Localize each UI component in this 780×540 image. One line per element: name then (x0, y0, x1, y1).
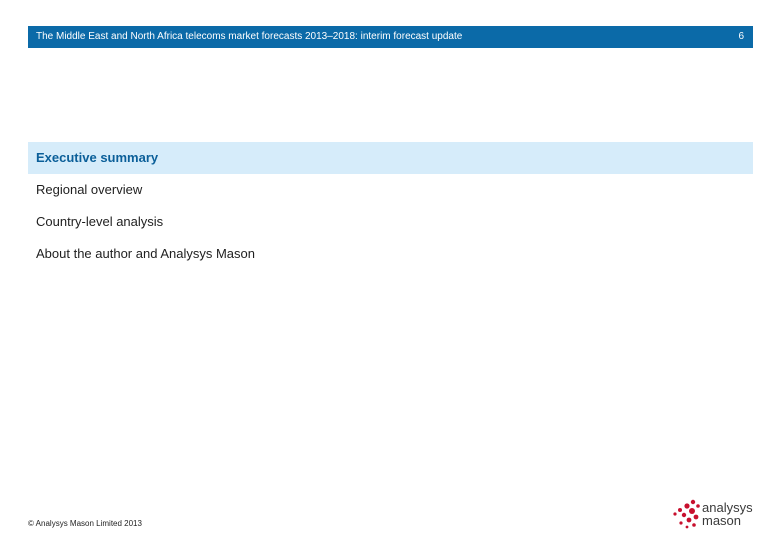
analysys-mason-logo: analysys mason (672, 498, 762, 532)
agenda-item-about-author[interactable]: About the author and Analysys Mason (28, 238, 753, 270)
agenda-item-executive-summary[interactable]: Executive summary (28, 142, 753, 174)
document-title: The Middle East and North Africa telecom… (36, 31, 463, 42)
header-bar: The Middle East and North Africa telecom… (28, 26, 753, 48)
logo-wordmark-line2: mason (702, 513, 742, 528)
copyright-notice: © Analysys Mason Limited 2013 (28, 519, 142, 528)
agenda-item-regional-overview[interactable]: Regional overview (28, 174, 753, 206)
page-number: 6 (738, 31, 744, 42)
agenda-item-country-level-analysis[interactable]: Country-level analysis (28, 206, 753, 238)
agenda-list: Executive summary Regional overview Coun… (28, 142, 753, 270)
logo-dots-icon (673, 499, 700, 529)
